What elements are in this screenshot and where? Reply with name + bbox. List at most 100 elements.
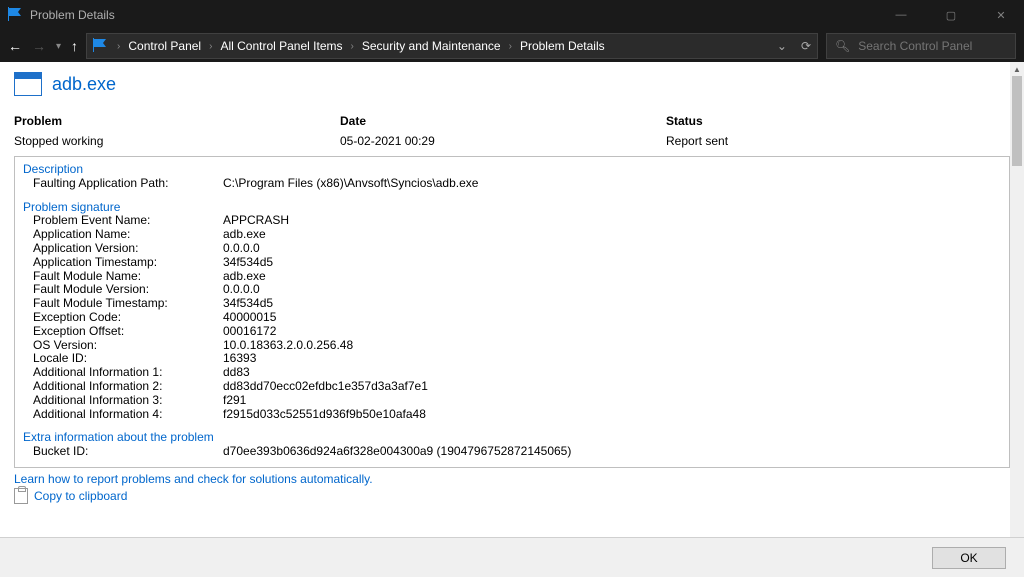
recent-button[interactable]: ▾: [56, 41, 61, 52]
chevron-right-icon: ›: [209, 41, 212, 52]
description-title: Description: [23, 163, 1001, 177]
signature-key: Additional Information 3:: [23, 394, 223, 408]
navbar: ← → ▾ ↑ › Control Panel › All Control Pa…: [0, 30, 1024, 62]
signature-row: Problem Event Name:APPCRASH: [23, 214, 1001, 228]
breadcrumb-item[interactable]: All Control Panel Items: [220, 39, 342, 53]
extra-value: d70ee393b0636d924a6f328e004300a9 (190479…: [223, 445, 1001, 459]
signature-row: Fault Module Name:adb.exe: [23, 270, 1001, 284]
app-name: adb.exe: [52, 74, 116, 95]
chevron-right-icon: ›: [509, 41, 512, 52]
signature-row: Locale ID:16393: [23, 352, 1001, 366]
date-value: 05-02-2021 00:29: [340, 134, 666, 148]
signature-row: Application Timestamp:34f534d5: [23, 256, 1001, 270]
footer: OK: [0, 537, 1024, 577]
signature-value: APPCRASH: [223, 214, 1001, 228]
refresh-icon[interactable]: ⟳: [801, 39, 811, 53]
nav-arrows: ← → ▾ ↑: [8, 38, 78, 54]
signature-row: Additional Information 4:f2915d033c52551…: [23, 408, 1001, 422]
chevron-down-icon[interactable]: ⌄: [777, 39, 787, 53]
signature-row: Fault Module Timestamp:34f534d5: [23, 297, 1001, 311]
search-box[interactable]: 🔍︎: [826, 33, 1016, 59]
chevron-right-icon: ›: [117, 41, 120, 52]
titlebar: Problem Details — ▢ ✕: [0, 0, 1024, 30]
maximize-button[interactable]: ▢: [936, 9, 966, 22]
signature-key: OS Version:: [23, 339, 223, 353]
signature-key: Fault Module Name:: [23, 270, 223, 284]
description-row: Faulting Application Path: C:\Program Fi…: [23, 177, 1001, 191]
window-title: Problem Details: [30, 8, 115, 22]
signature-row: OS Version:10.0.18363.2.0.0.256.48: [23, 339, 1001, 353]
signature-key: Fault Module Timestamp:: [23, 297, 223, 311]
signature-value: 16393: [223, 352, 1001, 366]
signature-key: Additional Information 1:: [23, 366, 223, 380]
back-button[interactable]: ←: [8, 38, 22, 54]
clipboard-icon: [14, 488, 28, 504]
copy-link[interactable]: Copy to clipboard: [34, 489, 127, 503]
signature-value: 40000015: [223, 311, 1001, 325]
extra-row: Bucket ID: d70ee393b0636d924a6f328e00430…: [23, 445, 1001, 459]
search-input[interactable]: [858, 39, 1007, 53]
up-button[interactable]: ↑: [71, 38, 78, 54]
breadcrumb-item[interactable]: Problem Details: [520, 39, 605, 53]
description-key: Faulting Application Path:: [23, 177, 223, 191]
date-label: Date: [340, 114, 666, 128]
signature-value: adb.exe: [223, 228, 1001, 242]
signature-row: Additional Information 3:f291: [23, 394, 1001, 408]
signature-key: Additional Information 2:: [23, 380, 223, 394]
problem-value: Stopped working: [14, 134, 340, 148]
app-header: adb.exe: [14, 72, 1010, 96]
chevron-right-icon: ›: [351, 41, 354, 52]
signature-key: Problem Event Name:: [23, 214, 223, 228]
signature-title: Problem signature: [23, 201, 1001, 215]
signature-key: Locale ID:: [23, 352, 223, 366]
learn-link-row: Learn how to report problems and check f…: [14, 472, 1010, 486]
signature-value: 00016172: [223, 325, 1001, 339]
breadcrumb-item[interactable]: Control Panel: [128, 39, 201, 53]
signature-key: Application Version:: [23, 242, 223, 256]
signature-key: Fault Module Version:: [23, 283, 223, 297]
signature-value: 34f534d5: [223, 256, 1001, 270]
forward-button[interactable]: →: [32, 38, 46, 54]
signature-row: Additional Information 2:dd83dd70ecc02ef…: [23, 380, 1001, 394]
signature-value: 10.0.18363.2.0.0.256.48: [223, 339, 1001, 353]
description-value: C:\Program Files (x86)\Anvsoft\Syncios\a…: [223, 177, 1001, 191]
signature-value: f291: [223, 394, 1001, 408]
close-button[interactable]: ✕: [986, 9, 1016, 22]
signature-value: dd83dd70ecc02efdbc1e357d3a3af7e1: [223, 380, 1001, 394]
signature-row: Application Version:0.0.0.0: [23, 242, 1001, 256]
status-value: Report sent: [666, 134, 1010, 148]
minimize-button[interactable]: —: [886, 9, 916, 22]
signature-value: 34f534d5: [223, 297, 1001, 311]
extra-title: Extra information about the problem: [23, 431, 1001, 445]
signature-value: f2915d033c52551d936f9b50e10afa48: [223, 408, 1001, 422]
signature-row: Exception Code:40000015: [23, 311, 1001, 325]
copy-row: Copy to clipboard: [14, 488, 1010, 504]
content-area: ▲ ▼ adb.exe Problem Stopped working Date…: [0, 62, 1024, 577]
ok-button[interactable]: OK: [932, 547, 1006, 569]
status-label: Status: [666, 114, 1010, 128]
signature-value: dd83: [223, 366, 1001, 380]
signature-key: Additional Information 4:: [23, 408, 223, 422]
problem-label: Problem: [14, 114, 340, 128]
signature-key: Exception Offset:: [23, 325, 223, 339]
window-controls: — ▢ ✕: [886, 9, 1016, 22]
app-icon: [14, 72, 42, 96]
flag-icon: [8, 7, 24, 24]
flag-icon: [93, 38, 109, 55]
signature-value: 0.0.0.0: [223, 242, 1001, 256]
signature-row: Fault Module Version:0.0.0.0: [23, 283, 1001, 297]
extra-key: Bucket ID:: [23, 445, 223, 459]
signature-key: Exception Code:: [23, 311, 223, 325]
signature-row: Application Name:adb.exe: [23, 228, 1001, 242]
signature-row: Additional Information 1:dd83: [23, 366, 1001, 380]
signature-key: Application Timestamp:: [23, 256, 223, 270]
signature-key: Application Name:: [23, 228, 223, 242]
signature-row: Exception Offset:00016172: [23, 325, 1001, 339]
signature-value: 0.0.0.0: [223, 283, 1001, 297]
breadcrumb[interactable]: › Control Panel › All Control Panel Item…: [86, 33, 818, 59]
breadcrumb-item[interactable]: Security and Maintenance: [362, 39, 501, 53]
search-icon: 🔍︎: [835, 39, 850, 53]
signature-value: adb.exe: [223, 270, 1001, 284]
learn-link[interactable]: Learn how to report problems and check f…: [14, 472, 373, 486]
details-box: Description Faulting Application Path: C…: [14, 156, 1010, 468]
